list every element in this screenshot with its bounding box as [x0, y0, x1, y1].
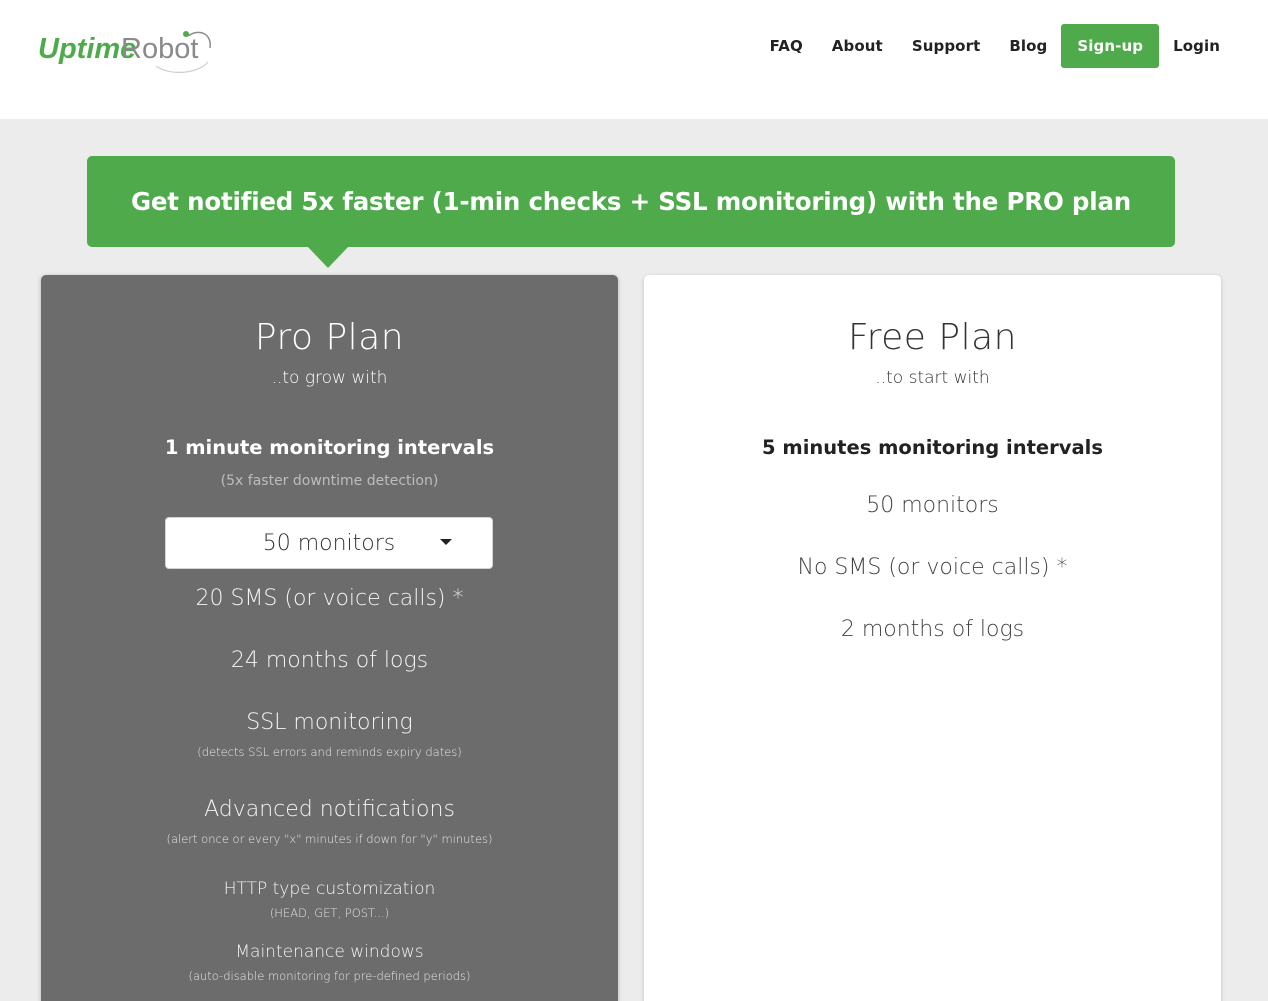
pro-plan-ssl-note: (detects SSL errors and reminds expiry d… [197, 745, 462, 759]
logo-dot [183, 31, 189, 37]
pro-plan-maintenance: Maintenance windows [235, 942, 424, 962]
pro-plan-subtitle: ..to grow with [271, 368, 388, 388]
free-plan-monitors: 50 monitors [866, 493, 999, 518]
monitors-select[interactable]: 50 monitors [165, 517, 493, 569]
uptimerobot-logo[interactable]: Uptime Robot [38, 22, 218, 78]
site-header: Uptime Robot FAQ About Support Blog Sign… [0, 0, 1268, 119]
pro-plan-title: Pro Plan [254, 317, 405, 358]
logo-graphic: Uptime Robot [38, 31, 211, 73]
pro-plan-maintenance-note: (auto-disable monitoring for pre-defined… [188, 969, 471, 983]
nav-link-about[interactable]: About [832, 37, 883, 55]
free-plan-title: Free Plan [848, 317, 1017, 358]
free-plan-interval: 5 minutes monitoring intervals [762, 436, 1103, 459]
pro-plan-ssl: SSL monitoring [246, 710, 413, 735]
free-plan-logs: 2 months of logs [840, 617, 1025, 642]
pro-plan-card: Pro Plan ..to grow with 1 minute monitor… [41, 275, 618, 1001]
nav-link-support[interactable]: Support [912, 37, 981, 55]
pro-plan-notifications: Advanced notifications [204, 797, 455, 822]
pro-plan-sms: 20 SMS (or voice calls) * [195, 586, 464, 611]
pro-promo-banner: Get notified 5x faster (1-min checks + S… [87, 156, 1175, 247]
nav-link-faq[interactable]: FAQ [770, 37, 803, 55]
pro-plan-http: HTTP type customization [223, 879, 436, 899]
free-plan-sms: No SMS (or voice calls) * [797, 555, 1068, 580]
free-plan-card: Free Plan ..to start with 5 minutes moni… [644, 275, 1221, 1001]
pro-plan-interval: 1 minute monitoring intervals [164, 436, 495, 459]
free-plan-subtitle: ..to start with [875, 368, 990, 388]
banner-text: Get notified 5x faster (1-min checks + S… [130, 187, 1132, 216]
signup-button[interactable]: Sign-up [1061, 24, 1160, 68]
login-link[interactable]: Login [1173, 37, 1220, 55]
logo-text-robot: Robot [121, 33, 198, 65]
pro-plan-interval-note: (5x faster downtime detection) [220, 473, 439, 489]
chevron-down-icon [440, 539, 452, 545]
pro-plan-logs: 24 months of logs [230, 648, 429, 673]
nav-link-blog[interactable]: Blog [1009, 37, 1047, 55]
monitors-select-value: 50 monitors [262, 530, 396, 556]
main-nav: FAQ About Support Blog Sign-up Login [741, 24, 1220, 68]
banner-pointer [307, 246, 349, 268]
pro-plan-http-note: (HEAD, GET, POST...) [269, 906, 390, 920]
pro-plan-notifications-note: (alert once or every "x" minutes if down… [166, 832, 493, 846]
